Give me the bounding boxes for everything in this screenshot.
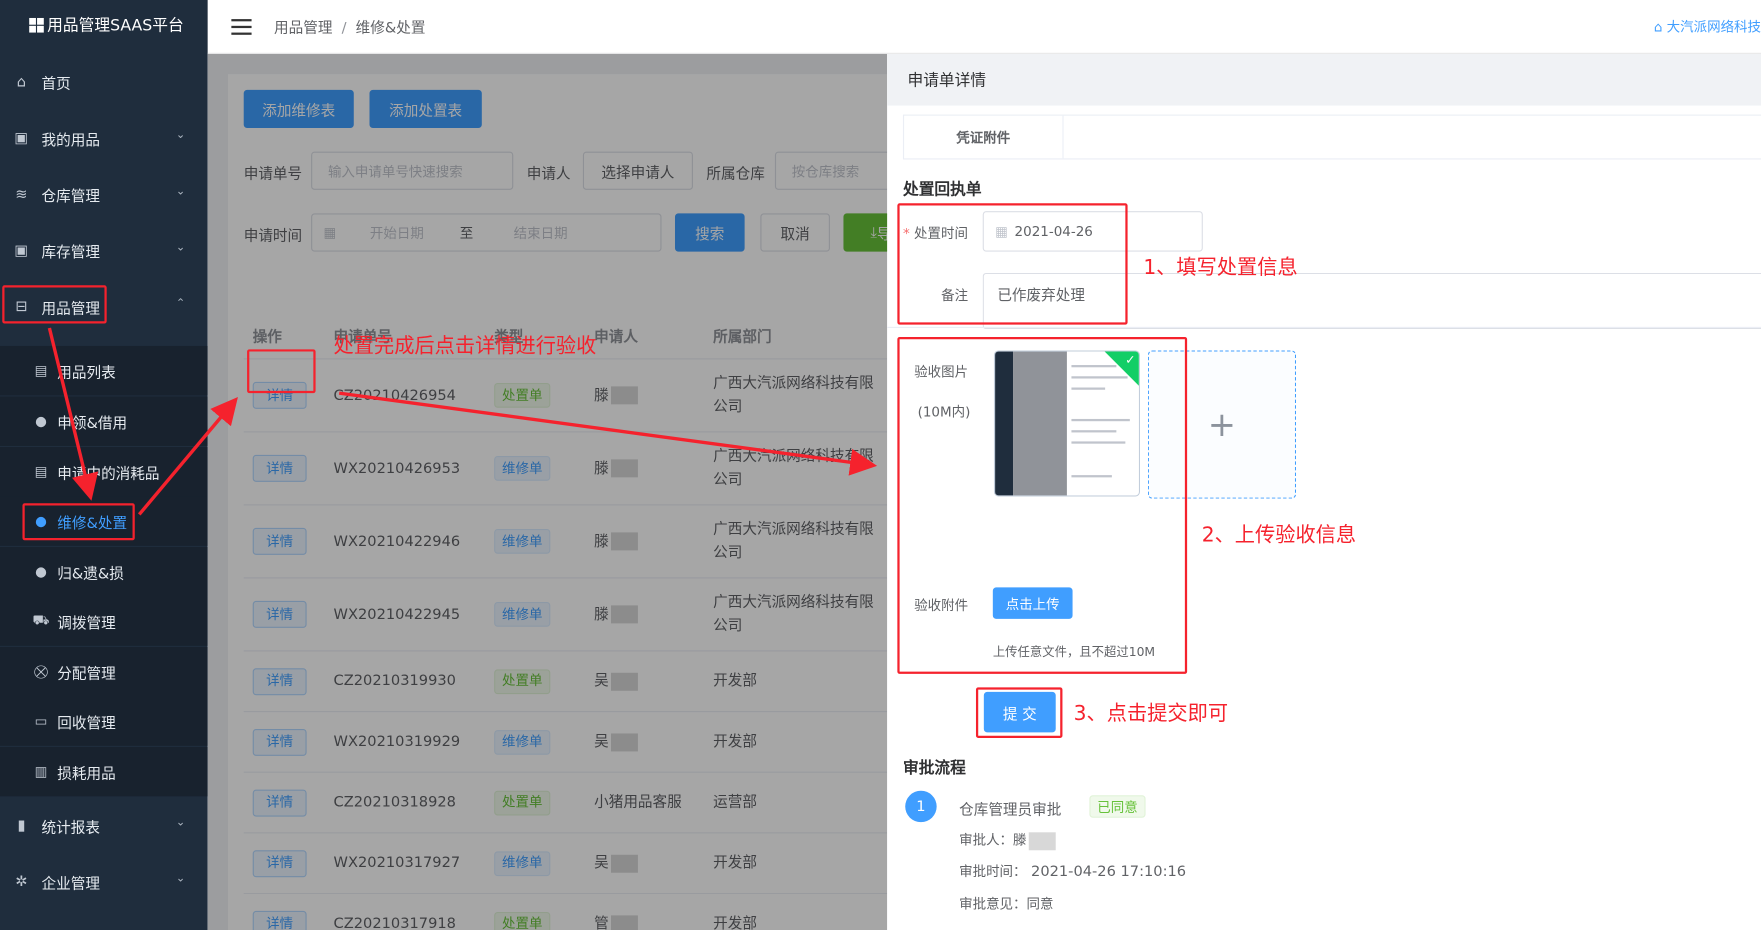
user-icon: ●	[35, 413, 47, 430]
annotation-box-step3	[975, 687, 1063, 738]
sidebar-subitem-label: 分配管理	[57, 665, 116, 683]
breadcrumb-separator: /	[341, 20, 347, 38]
document-icon: ▤	[34, 463, 48, 480]
chevron-down-icon: ⌄	[175, 241, 186, 254]
sidebar-subitem-goods-list[interactable]: ▤ 用品列表	[0, 345, 208, 396]
truck-icon: ⛟	[32, 612, 50, 628]
sidebar-subitem-label: 用品列表	[57, 364, 116, 382]
sidebar-item-label: 企业管理	[41, 875, 100, 893]
modal-overlay[interactable]	[207, 53, 888, 930]
step-name: 仓库管理员审批	[959, 801, 1062, 819]
annotation-box-menu	[2, 285, 107, 324]
sidebar-subitem-label: 调拨管理	[57, 614, 116, 632]
sidebar-subitem-label: 损耗用品	[57, 765, 116, 783]
chevron-down-icon: ⌄	[175, 872, 186, 886]
breadcrumb-current: 维修&处置	[355, 20, 426, 38]
voucher-label: 凭证附件	[904, 115, 1064, 159]
sidebar-subitem-consumables[interactable]: ▤ 申请中的消耗品	[0, 447, 208, 497]
sidebar-item-home[interactable]: ⌂ 首页	[0, 54, 208, 110]
annotation-box-step2	[897, 336, 1188, 674]
cart-icon: ⛒	[34, 663, 48, 679]
bag-icon: ▣	[14, 129, 29, 147]
flow-section-title: 审批流程	[902, 759, 966, 778]
breadcrumb-parent[interactable]: 用品管理	[274, 20, 332, 37]
company-name: 大汽派网络科技	[1666, 19, 1761, 35]
sidebar-subitem-label: 回收管理	[57, 714, 116, 732]
sidebar-item-warehouse[interactable]: ≋ 仓库管理 ⌄	[0, 166, 208, 222]
annotation-detail-hint: 处置完成后点击详情进行验收	[333, 334, 597, 359]
home-icon: ⌂	[16, 73, 26, 91]
annotation-step2: 2、上传验收信息	[1201, 523, 1357, 547]
sidebar-item-label: 首页	[41, 75, 71, 93]
receipt-section-title: 处置回执单	[902, 180, 982, 199]
sidebar-item-reports[interactable]: ▮ 统计报表 ⌄	[0, 797, 208, 853]
step-status-badge: 已同意	[1089, 795, 1146, 818]
chevron-down-icon: ⌄	[175, 129, 186, 142]
divider	[887, 326, 1761, 328]
chevron-down-icon: ⌄	[175, 185, 186, 198]
sidebar-item-label: 统计报表	[41, 819, 100, 837]
annotation-step1: 1、填写处置信息	[1143, 256, 1298, 280]
app-root: 用品管理SAAS平台 ⌂ 首页 ▣ 我的用品 ⌄ ≋ 仓库管理 ⌄ ▣ 库存管理…	[0, 0, 1761, 930]
user-icon: ●	[35, 563, 47, 580]
breadcrumb: 用品管理 / 维修&处置	[274, 16, 425, 37]
sidebar-subitem-return-lost[interactable]: ● 归&遗&损	[0, 546, 208, 597]
box-icon: ▣	[14, 242, 29, 259]
sidebar-subitem-recycle[interactable]: ▭ 回收管理	[0, 696, 208, 746]
monitor-icon: ▭	[34, 713, 48, 729]
bar-chart-icon: ▮	[17, 817, 26, 834]
sidebar-item-label: 仓库管理	[41, 188, 100, 205]
database-icon: ≋	[15, 185, 28, 203]
gear-icon: ✲	[15, 873, 28, 891]
sidebar: 用品管理SAAS平台 ⌂ 首页 ▣ 我的用品 ⌄ ≋ 仓库管理 ⌄ ▣ 库存管理…	[0, 0, 208, 930]
sidebar-item-label: 我的用品	[41, 131, 100, 149]
sidebar-item-my-goods[interactable]: ▣ 我的用品 ⌄	[0, 110, 208, 166]
trash-icon: ▥	[34, 763, 48, 780]
drawer-title: 申请单详情	[887, 53, 1761, 106]
annotation-box-step1	[897, 203, 1128, 325]
topbar: 用品管理 / 维修&处置 ⌂ 大汽派网络科技	[207, 0, 1761, 54]
annotation-box-detail	[247, 349, 316, 394]
sidebar-item-enterprise[interactable]: ✲ 企业管理 ⌄	[0, 854, 208, 910]
app-logo[interactable]: 用品管理SAAS平台	[0, 0, 208, 49]
chevron-up-icon: ⌃	[175, 297, 186, 311]
sidebar-subitem-label: 申请中的消耗品	[57, 465, 160, 483]
approver-row: 审批人：滕	[959, 830, 1056, 850]
main-content: 添加维修表 添加处置表 申请单号 输入申请单号快速搜索 申请人 选择申请人 所属…	[207, 53, 888, 930]
sidebar-subitem-apply-borrow[interactable]: ● 申领&借用	[0, 396, 208, 446]
sidebar-subitem-allocate[interactable]: ⛒ 分配管理	[0, 646, 208, 697]
sidebar-subitem-transfer[interactable]: ⛟ 调拨管理	[0, 596, 208, 646]
menu-toggle-icon[interactable]	[231, 18, 252, 35]
sidebar-subitem-label: 归&遗&损	[57, 565, 124, 583]
plus-icon: +	[1207, 404, 1237, 445]
sidebar-subitem-loss[interactable]: ▥ 损耗用品	[0, 746, 208, 797]
document-icon: ▤	[34, 362, 48, 379]
grid-logo-icon	[29, 17, 44, 33]
annotation-step3: 3、点击提交即可	[1073, 702, 1229, 726]
opinion-row: 审批意见：同意	[959, 896, 1054, 913]
step-number: 1	[905, 790, 937, 823]
chevron-down-icon: ⌄	[175, 816, 186, 829]
home-icon: ⌂	[1653, 19, 1667, 35]
approve-time-row: 审批时间： 2021-04-26 17:10:16	[959, 863, 1187, 881]
sidebar-subitem-label: 申领&借用	[57, 415, 128, 432]
sidebar-item-stock[interactable]: ▣ 库存管理 ⌄	[0, 222, 208, 278]
app-title: 用品管理SAAS平台	[47, 16, 184, 35]
voucher-row: 凭证附件	[902, 114, 1761, 160]
sidebar-item-label: 库存管理	[41, 244, 100, 262]
company-link[interactable]: ⌂ 大汽派网络科技	[1654, 17, 1761, 36]
annotation-box-submenu	[22, 503, 135, 541]
